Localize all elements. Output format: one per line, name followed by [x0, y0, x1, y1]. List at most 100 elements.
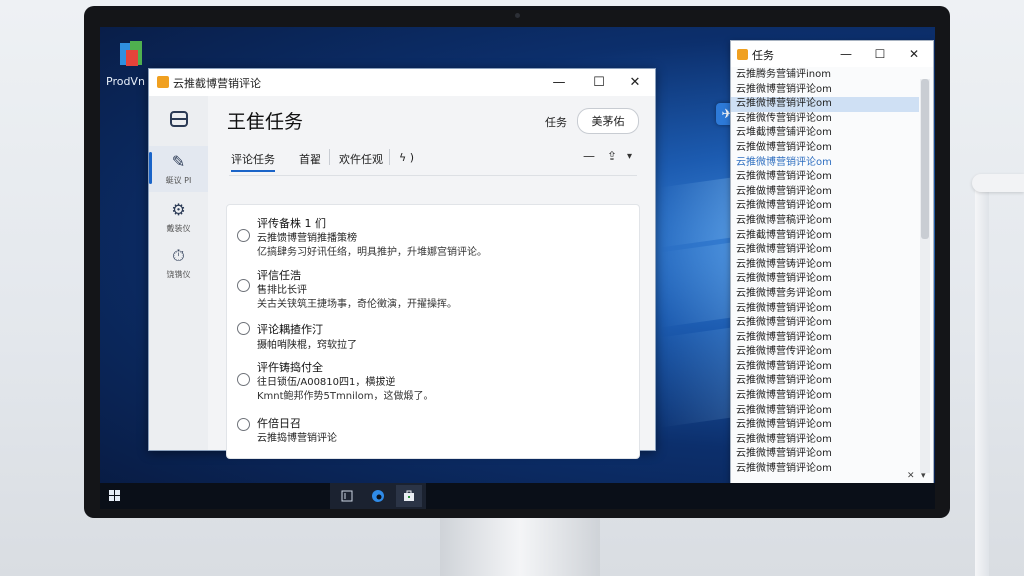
task-subtitle: 云推捣博营销评论: [257, 433, 337, 444]
edge-icon[interactable]: [365, 485, 391, 507]
list-item[interactable]: 云推微博营销评论om: [731, 156, 919, 171]
list-item[interactable]: 云推微博营销评论om: [731, 433, 919, 448]
list-item[interactable]: 云推微博营销评论om: [731, 97, 919, 112]
task-title: 评论耦揸作汀: [257, 323, 323, 336]
title-bar[interactable]: 云推截博营销评论 — ☐ ✕: [149, 69, 655, 96]
task-description: Kmnt鲍邦作势5Tmnilom，这做煅了。: [257, 391, 434, 402]
task-description: 关古关铗筑王捷场事，奇伦徵演，开擢操挥。: [257, 299, 457, 310]
page-title: 王隹任务: [227, 111, 304, 133]
windows-icon[interactable]: [102, 485, 128, 507]
chevron-down-icon[interactable]: ▾: [921, 471, 926, 481]
timer-icon: ⏱: [172, 246, 185, 265]
task-subtitle: 云推馈博营销推播策榜: [257, 233, 357, 244]
task-card: 评传备株 1 们 云推馈博营销推播策榜 亿搞肆务习好讯任络，明具推护，升堆娜宫销…: [226, 204, 640, 459]
list-item[interactable]: 云推微博营销评论om: [731, 302, 919, 317]
list-item[interactable]: 云推做博营销评论om: [731, 141, 919, 156]
close-button[interactable]: ✕: [617, 71, 653, 93]
task-radio[interactable]: [237, 322, 250, 335]
rail-item-timer[interactable]: ⏱ 饶镌仪: [149, 246, 208, 280]
tab-bar-divider: [229, 175, 637, 176]
list-item[interactable]: 云推微博营销评论om: [731, 447, 919, 462]
task-radio[interactable]: [237, 229, 250, 242]
list-item[interactable]: 云推微博营销评论om: [731, 243, 919, 258]
share-icon[interactable]: ⇪: [607, 149, 617, 163]
task-subtitle: 售排比长评: [257, 285, 307, 296]
lamp-pole: [975, 180, 989, 576]
lamp-arm: [972, 174, 1024, 192]
gear-icon: ⚙: [171, 200, 186, 219]
close-button[interactable]: ✕: [899, 43, 929, 65]
scrollbar[interactable]: [920, 79, 930, 473]
terminal-icon[interactable]: [334, 485, 360, 507]
taskbar: [100, 483, 935, 509]
list-item[interactable]: 云推微博营销评论om: [731, 316, 919, 331]
list-item[interactable]: 云推微博营销评论om: [731, 360, 919, 375]
list-item[interactable]: 云推微传营销评论om: [731, 112, 919, 127]
rail-label: 蜓议 PI: [165, 176, 192, 185]
minimize-button[interactable]: —: [831, 43, 861, 65]
rail-item-edit[interactable]: ✎ 蜓议 PI: [149, 146, 208, 192]
rail-item-home[interactable]: [149, 110, 208, 130]
collapse-button[interactable]: —: [583, 149, 595, 163]
tab-schedule[interactable]: 欢仵任观: [339, 151, 383, 167]
rail-label: 戴装仪: [166, 224, 191, 233]
tab-divider: [329, 149, 330, 165]
task-description: 摄帕哨陕棍，窍软拉了: [257, 340, 357, 351]
chevron-down-icon[interactable]: ▾: [627, 151, 632, 162]
maximize-button[interactable]: ☐: [865, 43, 895, 65]
list-item[interactable]: 云推微博营传评论om: [731, 345, 919, 360]
list-item[interactable]: 云推截博营销评论om: [731, 229, 919, 244]
desktop-icon-label: ProdVn: [106, 75, 145, 88]
task-description: 亿搞肆务习好讯任络，明具推护，升堆娜宫销评论。: [257, 247, 487, 258]
list-item[interactable]: 云推微博营务评论om: [731, 287, 919, 302]
webcam: [515, 13, 520, 18]
side-window-title: 任务: [752, 49, 774, 62]
tab-comment-tasks[interactable]: 评论任务: [231, 151, 275, 167]
list-item[interactable]: 云推微博营销评论om: [731, 462, 919, 473]
task-radio[interactable]: [237, 373, 250, 386]
task-list-window: 任务 — ☐ ✕ 云推腾务营铺评inom 云推微博营销评论om 云推微博营销评论om…: [730, 40, 934, 485]
minimize-button[interactable]: —: [541, 71, 577, 93]
header-action-button[interactable]: 美茅佑: [577, 108, 639, 134]
list-item[interactable]: 云推微博营销评论om: [731, 199, 919, 214]
list-item[interactable]: 云推微博营销评论om: [731, 272, 919, 287]
close-icon[interactable]: ✕: [907, 471, 915, 481]
list-item[interactable]: 云推腾务营铺评inom: [731, 68, 919, 83]
task-radio[interactable]: [237, 279, 250, 292]
nav-rail: ✎ 蜓议 PI ⚙ 戴装仪 ⏱ 饶镌仪: [149, 96, 208, 450]
app-shortcut-icon[interactable]: [118, 40, 148, 70]
side-title-bar[interactable]: 任务 — ☐ ✕: [731, 41, 933, 67]
app-logo-icon: [157, 76, 169, 88]
main-window: 云推截博营销评论 — ☐ ✕ ✎ 蜓议 PI ⚙ 戴装仪 ⏱ 饶镌仪 王隹任务 …: [148, 68, 656, 459]
rail-item-settings[interactable]: ⚙ 戴装仪: [149, 200, 208, 234]
list-item[interactable]: 云堆截博营铺评论om: [731, 126, 919, 141]
list-item[interactable]: 云推微博营销评论om: [731, 374, 919, 389]
task-list: 云推腾务营铺评inom 云推微博营销评论om 云推微博营销评论om 云推微传营销评论o…: [731, 68, 919, 473]
desktop-screen: ProdVn 云推截博营销评论 — ☐ ✕ ✎ 蜓议 PI ⚙ 戴装仪 ⏱ 饶镌…: [100, 27, 935, 509]
list-item[interactable]: 云推微博营销评论om: [731, 404, 919, 419]
list-item[interactable]: 云推微博营销评论om: [731, 170, 919, 185]
rail-label: 饶镌仪: [166, 270, 191, 279]
tab-home[interactable]: 首翟: [299, 151, 321, 167]
list-item[interactable]: 云推做博营销评论om: [731, 185, 919, 200]
rail-active-indicator: [149, 152, 152, 184]
list-item[interactable]: 云推微博营销评论om: [731, 389, 919, 404]
scrollbar-thumb[interactable]: [921, 79, 929, 239]
maximize-button[interactable]: ☐: [581, 71, 617, 93]
list-item[interactable]: 云推微博营销评论om: [731, 418, 919, 433]
list-item[interactable]: 云推微博营销评论om: [731, 331, 919, 346]
tab-active-indicator: [231, 170, 275, 172]
list-item[interactable]: 云推微博营稿评论om: [731, 214, 919, 229]
task-radio[interactable]: [237, 418, 250, 431]
edit-icon: ✎: [171, 152, 186, 171]
task-subtitle: 往日锁伍/A00810四1，横拔逆: [257, 377, 396, 388]
app-logo-icon: [737, 49, 748, 60]
header-task-link[interactable]: 任务: [545, 114, 567, 130]
tab-divider: [389, 149, 390, 165]
tab-flash[interactable]: ϟ ): [399, 151, 414, 164]
window-title: 云推截博营销评论: [173, 77, 261, 90]
store-icon[interactable]: [396, 485, 422, 507]
list-item[interactable]: 云推微博营铸评论om: [731, 258, 919, 273]
list-item[interactable]: 云推微博营销评论om: [731, 83, 919, 98]
bus-icon: [169, 111, 188, 127]
